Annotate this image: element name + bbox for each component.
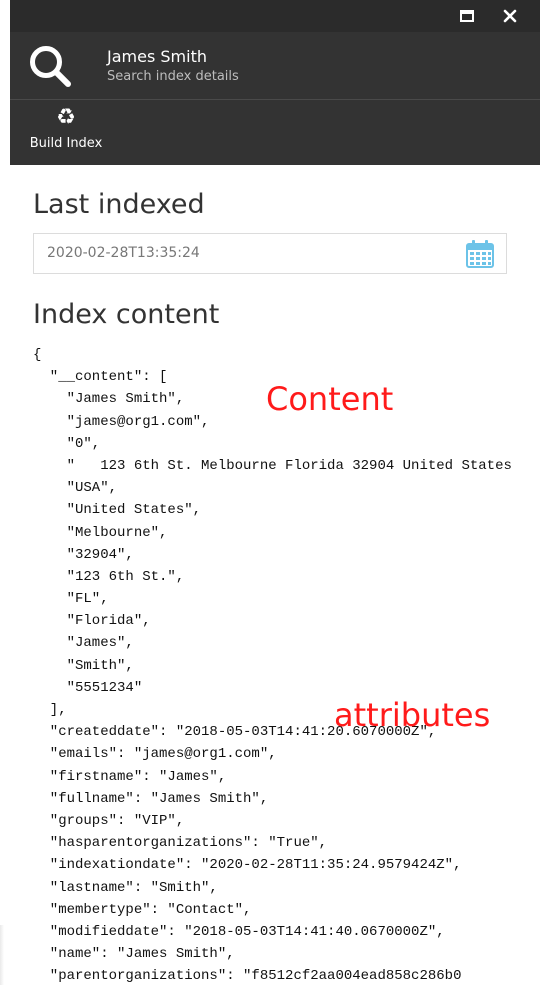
recycle-icon: ♻ bbox=[56, 105, 76, 130]
blade-subtitle: Search index details bbox=[107, 69, 239, 84]
json-line: "USA", bbox=[33, 480, 118, 497]
blade-title: James Smith bbox=[107, 47, 207, 66]
window-title-bar bbox=[10, 0, 540, 32]
build-index-button[interactable]: ♻ Build Index bbox=[24, 106, 108, 160]
index-content-heading: Index content bbox=[33, 299, 220, 330]
json-line: "firstname": "James", bbox=[33, 768, 227, 785]
json-line: "James", bbox=[33, 635, 134, 652]
last-indexed-date-field[interactable]: 2020-02-28T13:35:24 bbox=[33, 233, 507, 274]
search-index-details-window: James Smith Search index details ♻ Build… bbox=[0, 0, 560, 998]
maximize-icon bbox=[460, 10, 474, 22]
close-button[interactable] bbox=[498, 4, 522, 28]
json-line: "32904", bbox=[33, 546, 134, 563]
index-content-json[interactable]: { "__content": [ "James Smith", "james@o… bbox=[33, 344, 540, 998]
json-line: "hasparentorganizations": "True", bbox=[33, 835, 328, 852]
json-line: "lastname": "Smith", bbox=[33, 879, 218, 896]
right-margin bbox=[540, 0, 560, 998]
json-line: "modifieddate": "2018-05-03T14:41:40.067… bbox=[33, 923, 445, 940]
last-indexed-heading: Last indexed bbox=[33, 189, 205, 220]
annotation-content: Content bbox=[266, 380, 394, 418]
left-margin bbox=[0, 0, 10, 998]
calendar-icon[interactable] bbox=[465, 239, 495, 269]
json-line: "fullname": "James Smith", bbox=[33, 790, 269, 807]
json-line: "emails": "james@org1.com", bbox=[33, 746, 277, 763]
build-index-label: Build Index bbox=[29, 136, 103, 151]
annotation-attributes: attributes bbox=[334, 696, 491, 734]
json-line: "parentorganizations": "f8512cf2aa004ead… bbox=[33, 968, 462, 985]
json-line: "Florida", bbox=[33, 613, 151, 630]
left-edge-shadow bbox=[0, 925, 4, 985]
json-line: "membertype": "Contact", bbox=[33, 901, 252, 918]
blade-header: James Smith Search index details bbox=[10, 32, 540, 100]
json-line: { bbox=[33, 347, 42, 363]
json-line: "0", bbox=[33, 435, 101, 452]
json-line: "name": "James Smith", bbox=[33, 946, 235, 963]
json-line: " 123 6th St. Melbourne Florida 32904 Un… bbox=[33, 457, 512, 474]
close-icon bbox=[503, 9, 517, 23]
search-icon bbox=[30, 46, 71, 87]
maximize-button[interactable] bbox=[455, 4, 479, 28]
json-line: "Melbourne", bbox=[33, 524, 168, 541]
json-line: "FL", bbox=[33, 591, 109, 608]
json-line: "Smith", bbox=[33, 657, 134, 674]
last-indexed-date-value: 2020-02-28T13:35:24 bbox=[47, 245, 200, 261]
json-line: "123 6th St.", bbox=[33, 568, 185, 585]
json-line: "United States", bbox=[33, 502, 202, 519]
json-line: "groups": "VIP", bbox=[33, 812, 185, 829]
blade-toolbar: ♻ Build Index bbox=[10, 100, 540, 165]
json-line: "indexationdate": "2020-02-28T11:35:24.9… bbox=[33, 857, 462, 874]
